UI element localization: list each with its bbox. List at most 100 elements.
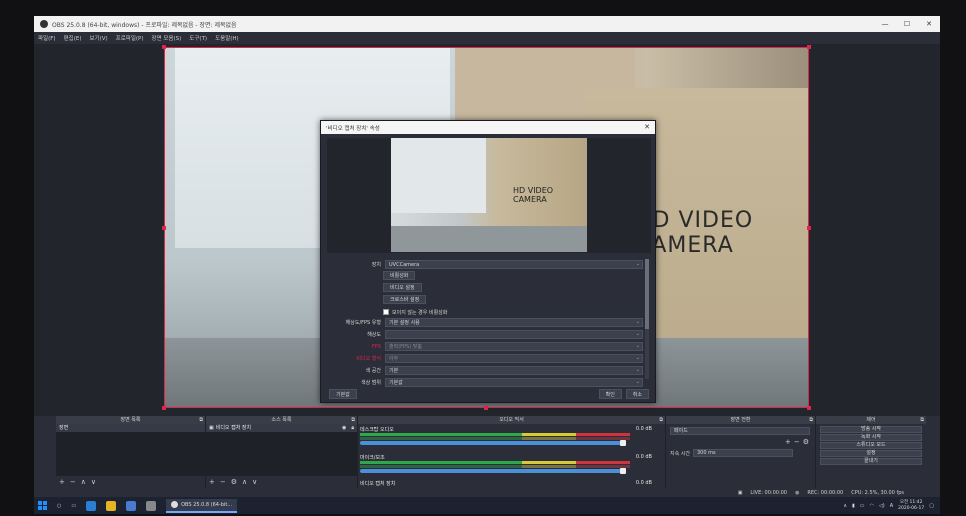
control-button[interactable]: 녹화 시작	[820, 434, 922, 441]
add-icon[interactable]: +	[209, 478, 215, 486]
dialog-scrollbar[interactable]	[645, 259, 649, 379]
popout-icon[interactable]: ⧉	[809, 416, 813, 424]
battery-icon[interactable]: ▭	[860, 503, 865, 509]
taskbar-clock[interactable]: 오전 11:42 2020-06-17	[898, 500, 924, 512]
volume-meter	[360, 437, 630, 440]
task-view-icon[interactable]: ▭	[71, 503, 76, 509]
menu-edit[interactable]: 편집(E)	[64, 34, 82, 42]
control-button[interactable]: 방송 시작	[820, 426, 922, 433]
property-label: 색상 범위	[361, 380, 381, 386]
control-button[interactable]: 스튜디오 모드	[820, 442, 922, 449]
transition-select[interactable]: 페이드	[670, 427, 810, 435]
scrollbar-thumb[interactable]	[645, 259, 649, 329]
status-bar: ▣ LIVE: 00:00:00 ● REC: 00:00:00 CPU: 2.…	[34, 488, 940, 497]
notification-icon[interactable]: ▢	[929, 503, 934, 509]
mixer-channel-capture: 비디오 캡처 장치 0.0 dB	[360, 480, 656, 488]
property-select[interactable]: 출력(FPS) 맞춤 ⌄	[385, 342, 643, 351]
defaults-button[interactable]: 기본값	[329, 389, 357, 399]
resize-handle-right[interactable]	[807, 226, 811, 230]
property-row: 색 공간 기본 ⌄	[327, 365, 643, 376]
volume-slider[interactable]	[360, 468, 626, 474]
channel-db: 0.0 dB	[635, 426, 652, 432]
chevron-up-icon[interactable]: ∧	[843, 503, 847, 509]
popout-icon[interactable]: ⧉	[199, 416, 203, 424]
transition-type: 페이드	[674, 428, 688, 434]
ok-button[interactable]: 확인	[598, 389, 622, 399]
remove-icon[interactable]: −	[794, 438, 800, 446]
move-down-icon[interactable]: ∨	[252, 478, 257, 486]
resize-handle-tr[interactable]	[807, 45, 811, 49]
device-select[interactable]: UVCCamera ⌄	[385, 260, 643, 269]
duration-input[interactable]: 300 ms	[693, 449, 793, 457]
resize-handle-bottom[interactable]	[484, 406, 488, 410]
property-select[interactable]: ⌄	[385, 330, 643, 339]
dialog-close-button[interactable]: ✕	[644, 123, 650, 131]
menu-profile[interactable]: 프로파일(P)	[116, 34, 144, 42]
obs-logo-icon	[40, 20, 48, 28]
move-up-icon[interactable]: ∧	[242, 478, 247, 486]
resize-handle-bl[interactable]	[162, 406, 166, 410]
volume-icon[interactable]: ◁)	[879, 503, 885, 509]
clock-date: 2020-06-17	[898, 505, 925, 511]
scene-item[interactable]: 장면	[56, 424, 205, 432]
mail-icon[interactable]	[146, 500, 157, 511]
menu-file[interactable]: 파일(F)	[38, 34, 56, 42]
gear-icon[interactable]: ⚙	[231, 478, 237, 486]
control-button[interactable]: 끝내기	[820, 458, 922, 465]
eye-icon[interactable]: ◉	[342, 424, 349, 432]
add-icon[interactable]: +	[785, 438, 791, 446]
add-icon[interactable]: +	[59, 478, 65, 486]
volume-meter	[360, 433, 630, 436]
device-row: 장치 UVCCamera ⌄	[327, 259, 643, 270]
source-item[interactable]: ▣ 비디오 캡처 장치 ◉ 🔒︎	[206, 424, 357, 432]
transitions-dock-title: 장면 전환	[730, 417, 751, 423]
menu-view[interactable]: 보기(V)	[89, 34, 107, 42]
mixer-channel-desktop: 데스크탑 오디오 0.0 dB	[360, 426, 656, 452]
remove-icon[interactable]: −	[70, 478, 76, 486]
search-icon[interactable]: ○	[57, 503, 61, 509]
edge-icon[interactable]	[86, 500, 97, 511]
windows-start-icon[interactable]	[38, 501, 47, 510]
wifi-icon[interactable]: ◠	[870, 503, 874, 509]
maximize-button[interactable]: ☐	[896, 16, 918, 32]
slider-knob[interactable]	[620, 440, 626, 446]
close-button[interactable]: ✕	[918, 16, 940, 32]
popout-icon[interactable]: ⧉	[920, 416, 924, 424]
move-up-icon[interactable]: ∧	[81, 478, 86, 486]
property-select[interactable]: 기본 설정 사용 ⌄	[385, 318, 643, 327]
cpu-status: CPU: 2.5%, 30.00 fps	[851, 489, 904, 496]
resize-handle-left[interactable]	[162, 226, 166, 230]
video-settings-button[interactable]: 비디오 설정	[383, 283, 422, 292]
taskbar-obs-app[interactable]: OBS 25.0.8 (64-bit...	[166, 498, 238, 513]
dialog-camera-feed: HD VIDEO CAMERA	[391, 138, 587, 252]
crossbar-settings-button[interactable]: 크로스바 설정	[383, 295, 427, 304]
store-icon[interactable]	[126, 500, 137, 511]
lock-icon[interactable]: 🔒︎	[351, 424, 357, 432]
volume-slider[interactable]	[360, 440, 626, 446]
minimize-button[interactable]: —	[874, 16, 896, 32]
scenes-dock-title: 장면 목록	[120, 417, 141, 423]
menu-tools[interactable]: 도구(T)	[189, 34, 207, 42]
popout-icon[interactable]: ⧉	[351, 416, 355, 424]
menu-help[interactable]: 도움말(H)	[215, 34, 239, 42]
property-select[interactable]: 기본 ⌄	[385, 366, 643, 375]
deactivate-checkbox[interactable]	[383, 309, 389, 315]
folder-icon[interactable]	[106, 500, 117, 511]
control-button[interactable]: 설정	[820, 450, 922, 457]
resize-handle-tl[interactable]	[162, 45, 166, 49]
deactivate-button[interactable]: 비활성화	[383, 271, 416, 280]
mic-icon[interactable]: ▮	[852, 503, 855, 509]
property-select[interactable]: 아무 ⌄	[385, 354, 643, 363]
ime-icon[interactable]: A	[890, 503, 893, 509]
resize-handle-br[interactable]	[807, 406, 811, 410]
gear-icon[interactable]: ⚙	[803, 438, 809, 446]
move-down-icon[interactable]: ∨	[91, 478, 96, 486]
slider-knob[interactable]	[620, 468, 626, 474]
popout-icon[interactable]: ⧉	[659, 416, 663, 424]
screen: OBS 25.0.8 (64-bit, windows) - 프로파일: 제목없…	[34, 16, 940, 514]
cancel-button[interactable]: 취소	[625, 389, 649, 399]
remove-icon[interactable]: −	[220, 478, 226, 486]
dialog-titlebar: '비디오 캡처 장치' 속성 ✕	[321, 121, 655, 134]
menu-scene-collection[interactable]: 장면 모음(S)	[152, 34, 182, 42]
window-titlebar: OBS 25.0.8 (64-bit, windows) - 프로파일: 제목없…	[34, 16, 940, 32]
